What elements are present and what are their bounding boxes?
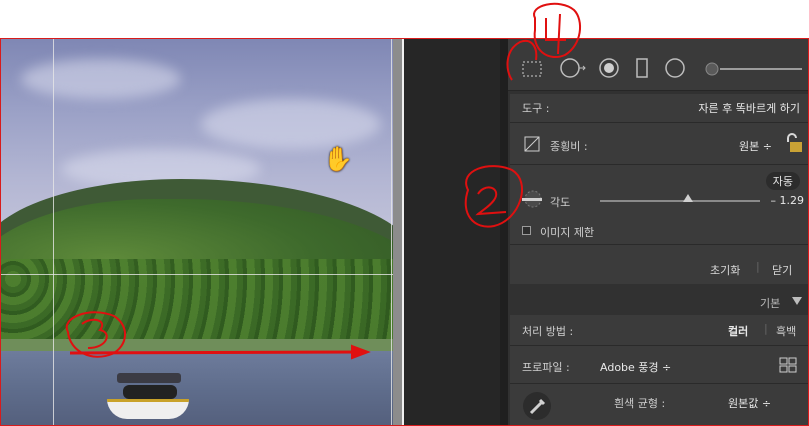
radial-filter-icon[interactable] xyxy=(664,57,686,79)
aspect-crop-icon[interactable] xyxy=(522,134,542,154)
constrain-checkbox[interactable] xyxy=(522,226,531,235)
boat-hull xyxy=(107,399,189,419)
red-eye-icon[interactable] xyxy=(598,57,620,79)
crop-overlay-icon[interactable] xyxy=(520,59,544,79)
tool-value: 자른 후 똑바르게 하기 xyxy=(698,102,800,115)
hand-cursor-icon: ✋ xyxy=(323,145,353,173)
close-button[interactable]: 닫기 xyxy=(772,262,792,278)
basic-panel-title[interactable]: 기본 xyxy=(760,295,780,311)
app-window: ✋ 도구 : 자른 후 똑바르게 하기 종횡비: 원본 ÷ 자동 각도 – 1… xyxy=(0,38,809,426)
angle-slider-thumb[interactable] xyxy=(683,194,693,204)
crop-section: 도구 : 자른 후 똑바르게 하기 종횡비 : 원본 ÷ 자동 각도 – 1.2… xyxy=(510,94,808,284)
treatment-label: 처리 방법 : xyxy=(522,325,574,338)
constrain-label: 이미지 제한 xyxy=(540,226,595,239)
divider xyxy=(510,164,808,165)
angle-slider[interactable] xyxy=(600,200,760,202)
develop-panel: 도구 : 자른 후 똑바르게 하기 종횡비 : 원본 ÷ 자동 각도 – 1.2… xyxy=(500,39,808,425)
crop-grid-line xyxy=(391,39,392,425)
white-balance-label: 흰색 균형 : xyxy=(614,397,666,410)
divider xyxy=(510,345,808,346)
angle-label: 각도 xyxy=(550,196,571,209)
canvas-background xyxy=(404,39,500,425)
option-divider: | xyxy=(764,322,768,335)
crop-grid-line xyxy=(1,274,393,275)
tool-label: 도구 : xyxy=(522,102,550,115)
straighten-tool-icon[interactable] xyxy=(520,190,546,208)
white-balance-select[interactable]: 원본값 ÷ xyxy=(728,395,771,411)
cloud xyxy=(21,59,181,99)
basic-section: 처리 방법 : 컬러 | 흑백 프로파일 : Adobe 풍경 ÷ 흰색 균형 … xyxy=(510,315,808,425)
spot-removal-icon[interactable] xyxy=(558,57,588,79)
profile-select[interactable]: Adobe 풍경 ÷ xyxy=(600,359,671,375)
photo-canvas[interactable]: ✋ xyxy=(1,39,393,425)
lake-water xyxy=(1,351,393,425)
divider xyxy=(510,244,808,245)
lock-icon[interactable] xyxy=(782,132,804,154)
boat-roof xyxy=(117,373,181,383)
treatment-color-option[interactable]: 컬러 xyxy=(728,323,748,339)
profile-label: 프로파일 : xyxy=(522,361,570,374)
tool-strip xyxy=(508,39,808,91)
button-divider: | xyxy=(756,260,760,273)
eyedropper-icon[interactable] xyxy=(522,391,552,421)
aspect-label: 종횡비 : xyxy=(550,140,588,153)
graduated-filter-icon[interactable] xyxy=(634,57,650,79)
divider xyxy=(510,383,808,384)
treatment-bw-option[interactable]: 흑백 xyxy=(776,323,796,339)
adjustment-brush-slider[interactable] xyxy=(704,61,804,77)
boat xyxy=(107,373,189,423)
aspect-select[interactable]: 원본 ÷ xyxy=(739,138,772,154)
grid-icon[interactable] xyxy=(778,355,798,375)
divider xyxy=(510,122,808,123)
auto-button[interactable]: 자동 xyxy=(765,172,800,190)
crop-grid-line xyxy=(53,39,54,425)
angle-value[interactable]: – 1.29 xyxy=(771,194,805,207)
cloud xyxy=(201,99,381,149)
boat-passengers xyxy=(123,385,177,399)
reset-button[interactable]: 초기화 xyxy=(710,262,740,278)
triangle-down-icon[interactable] xyxy=(792,296,802,306)
